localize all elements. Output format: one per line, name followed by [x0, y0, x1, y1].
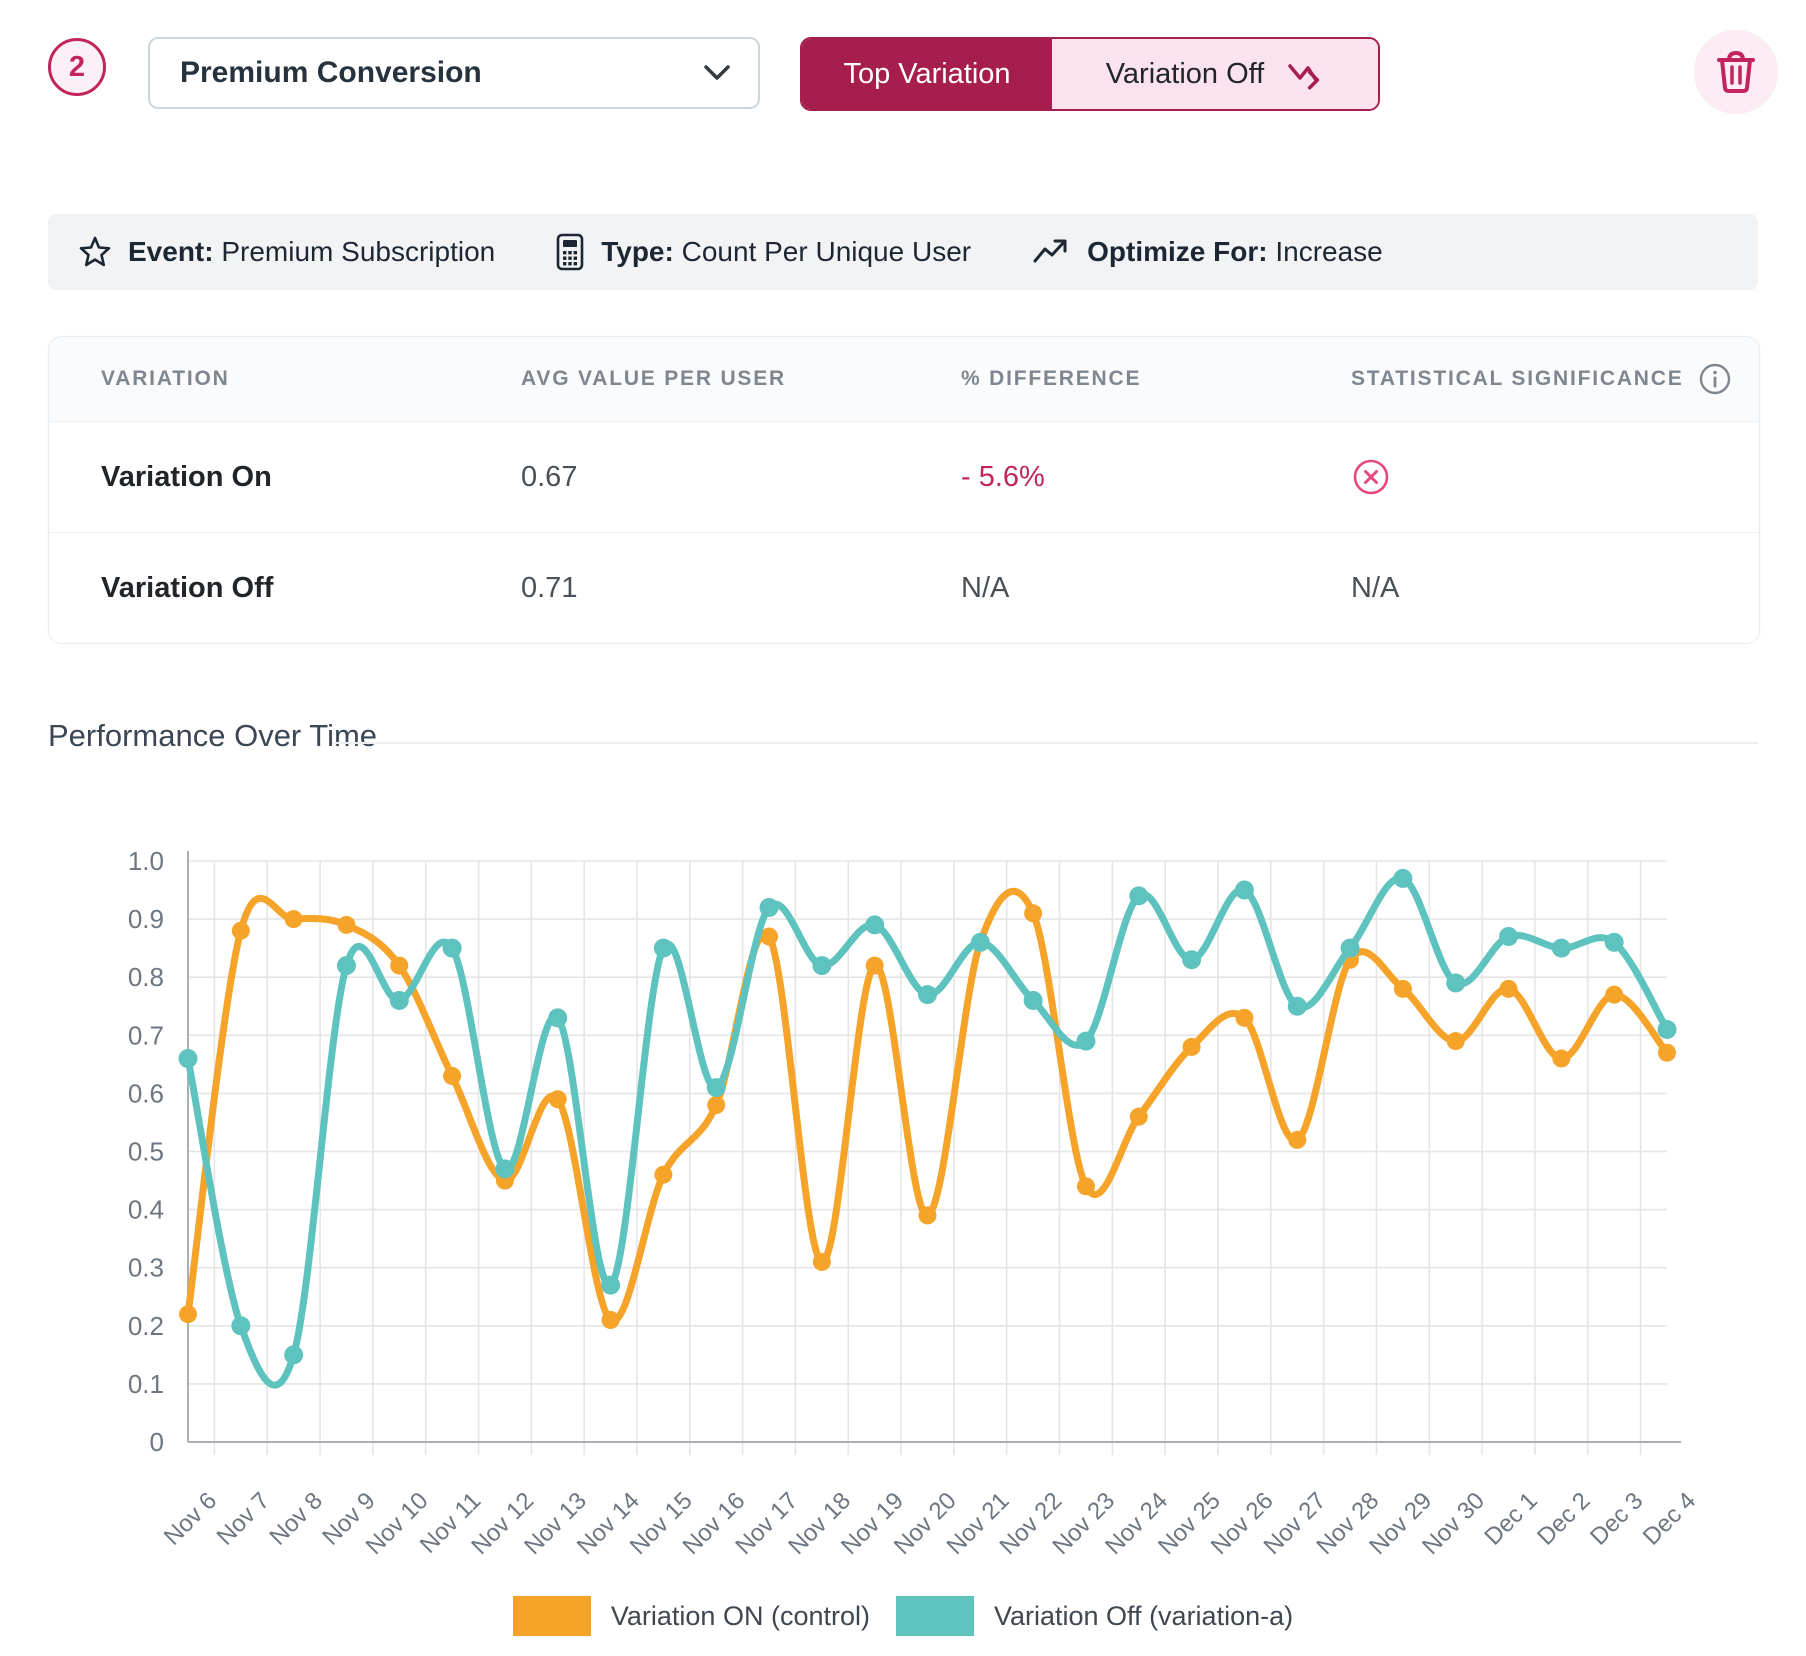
metric-dropdown[interactable]: Premium Conversion	[148, 37, 760, 109]
svg-text:0.7: 0.7	[128, 1020, 164, 1050]
event-label: Event:	[128, 236, 214, 267]
metric-panel: 2 Premium Conversion Top Variation Varia…	[0, 0, 1806, 1656]
svg-text:Nov 7: Nov 7	[212, 1487, 275, 1550]
legend-item-variation-on[interactable]: Variation ON (control)	[513, 1596, 870, 1636]
chart-legend: Variation ON (control) Variation Off (va…	[0, 1596, 1806, 1636]
calculator-icon	[555, 233, 585, 271]
row-significance: N/A	[1351, 572, 1759, 605]
section-title: Performance Over Time	[48, 718, 377, 754]
column-avg-value: AVG VALUE PER USER	[521, 367, 961, 391]
legend-swatch-1	[896, 1596, 974, 1636]
svg-text:0.6: 0.6	[128, 1078, 164, 1108]
delete-metric-button[interactable]	[1694, 30, 1778, 114]
row-avg-value: 0.71	[521, 572, 961, 605]
info-optimize: Optimize For: Increase	[1031, 236, 1383, 268]
row-difference: - 5.6%	[961, 461, 1351, 494]
row-variation-name: Variation On	[101, 461, 521, 494]
legend-swatch-0	[513, 1596, 591, 1636]
type-label: Type:	[601, 236, 674, 267]
svg-text:0: 0	[150, 1427, 164, 1457]
table-header-row: VARIATION AVG VALUE PER USER % DIFFERENC…	[49, 337, 1759, 422]
legend-label-0: Variation ON (control)	[611, 1601, 870, 1632]
column-variation: VARIATION	[101, 367, 521, 391]
chevron-down-icon	[702, 63, 732, 83]
svg-text:0.2: 0.2	[128, 1311, 164, 1341]
svg-text:0.4: 0.4	[128, 1195, 164, 1225]
type-value: Count Per Unique User	[682, 236, 971, 267]
svg-text:0.3: 0.3	[128, 1253, 164, 1283]
metric-dropdown-value: Premium Conversion	[180, 56, 482, 90]
trend-up-icon	[1031, 237, 1071, 267]
segment-variation-off[interactable]: Variation Off	[1052, 39, 1378, 109]
column-significance: STATISTICAL SIGNIFICANCE	[1351, 362, 1759, 396]
svg-text:0.8: 0.8	[128, 962, 164, 992]
table-row: Variation Off 0.71 N/A N/A	[49, 532, 1759, 643]
event-value: Premium Subscription	[221, 236, 495, 267]
svg-text:0.9: 0.9	[128, 904, 164, 934]
star-icon	[78, 235, 112, 269]
legend-label-1: Variation Off (variation-a)	[994, 1601, 1293, 1632]
legend-item-variation-off[interactable]: Variation Off (variation-a)	[896, 1596, 1293, 1636]
segment-top-variation[interactable]: Top Variation	[802, 39, 1052, 109]
variation-results-table: VARIATION AVG VALUE PER USER % DIFFERENC…	[48, 336, 1760, 644]
column-significance-label: STATISTICAL SIGNIFICANCE	[1351, 367, 1684, 391]
svg-text:1.0: 1.0	[128, 846, 164, 876]
svg-text:Dec 3: Dec 3	[1585, 1487, 1648, 1550]
row-variation-name: Variation Off	[101, 572, 521, 605]
svg-text:Nov 6: Nov 6	[159, 1487, 222, 1550]
circled-x-icon	[1351, 457, 1391, 497]
column-difference: % DIFFERENCE	[961, 367, 1351, 391]
svg-text:0.5: 0.5	[128, 1137, 164, 1167]
segment-variation-off-label: Variation Off	[1106, 58, 1265, 91]
optimize-value: Increase	[1275, 236, 1382, 267]
metric-info-bar: Event: Premium Subscription Type: Count …	[48, 214, 1758, 290]
variation-segmented-control: Top Variation Variation Off	[800, 37, 1380, 111]
metric-index-badge: 2	[48, 38, 106, 96]
svg-text:Nov 8: Nov 8	[264, 1487, 327, 1550]
svg-text:0.1: 0.1	[128, 1369, 164, 1399]
optimize-label: Optimize For:	[1087, 236, 1267, 267]
section-divider	[332, 742, 1758, 744]
performance-chart: 00.10.20.30.40.50.60.70.80.91.0Nov 6Nov …	[0, 790, 1806, 1590]
info-circle-icon[interactable]	[1698, 362, 1732, 396]
svg-text:Dec 4: Dec 4	[1638, 1487, 1701, 1550]
info-type: Type: Count Per Unique User	[555, 233, 971, 271]
info-event: Event: Premium Subscription	[78, 235, 495, 269]
row-difference: N/A	[961, 572, 1351, 605]
trash-icon	[1716, 50, 1756, 94]
table-row: Variation On 0.67 - 5.6%	[49, 422, 1759, 532]
row-significance	[1351, 457, 1759, 497]
trend-down-zigzag-icon	[1284, 58, 1324, 90]
svg-text:Dec 2: Dec 2	[1532, 1487, 1595, 1550]
svg-text:Dec 1: Dec 1	[1479, 1487, 1542, 1550]
row-avg-value: 0.67	[521, 461, 961, 494]
